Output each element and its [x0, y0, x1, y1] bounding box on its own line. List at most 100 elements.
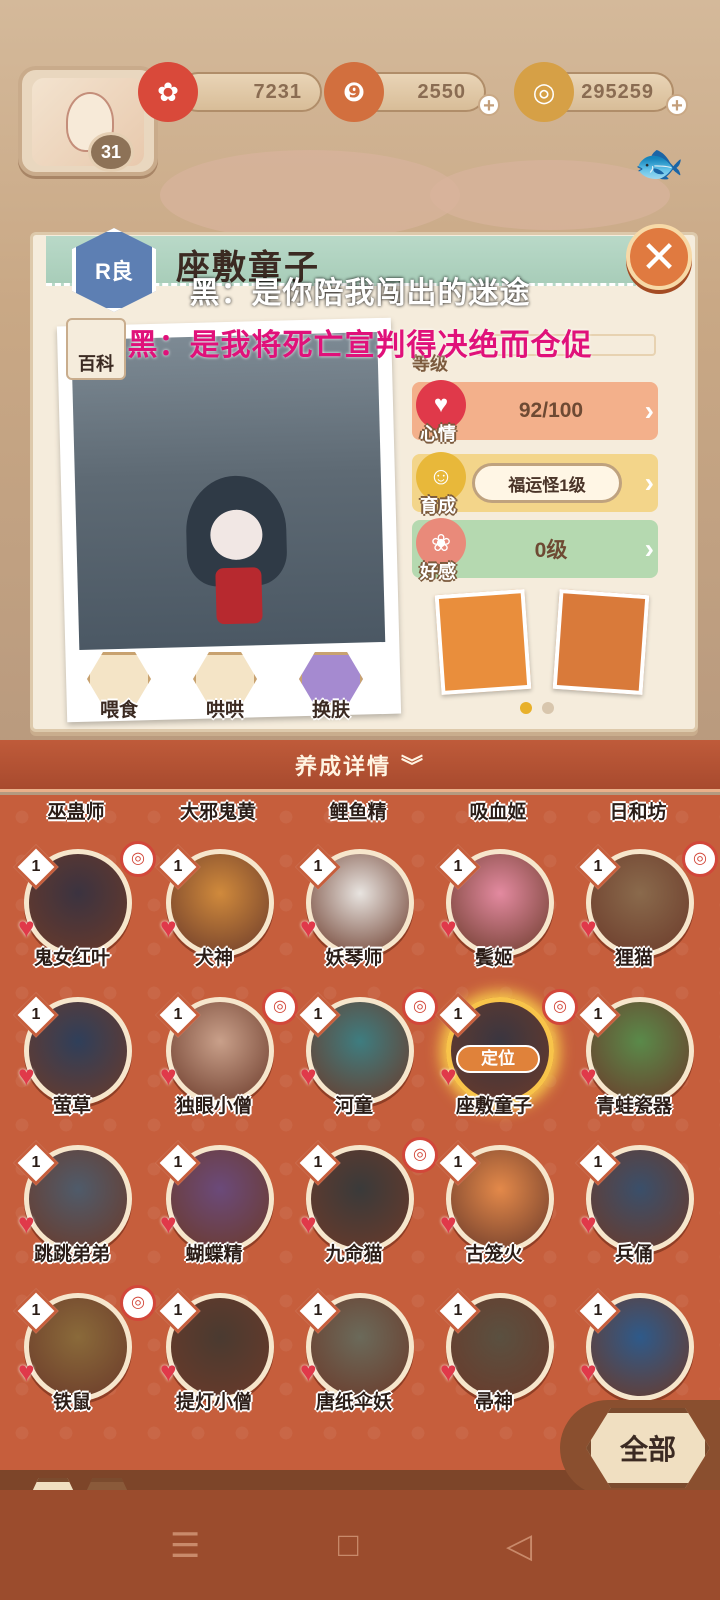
shikigami-name-label: 鬓姬	[474, 948, 513, 969]
mood-row[interactable]: ♥ 心情 92/100 ›	[412, 380, 658, 444]
level-value: 1	[31, 1006, 41, 1023]
player-level-badge: 31	[88, 132, 134, 172]
double-chevron-down-icon: ︾	[401, 753, 426, 779]
shikigami-cell[interactable]: 1 ♥ 妖琴师	[290, 839, 418, 979]
nurture-value: 福运怪1级	[508, 475, 586, 495]
shikigami-name-label[interactable]: 吸血姬	[434, 797, 562, 827]
add-magatama-button[interactable]: +	[478, 94, 500, 116]
shikigami-cell[interactable]: 1 ♥ ◎ 鬼女红叶	[8, 839, 156, 979]
affection-label: 好感	[420, 562, 456, 582]
mood-heart-icon: ♥	[300, 1208, 317, 1239]
mood-heart-icon: ♥	[440, 912, 457, 943]
shikigami-name-label: 铁鼠	[52, 1392, 91, 1413]
shikigami-name-label: 兵俑	[614, 1244, 653, 1265]
shikigami-cell[interactable]: 1 ♥ 犬神	[150, 839, 278, 979]
subtitle-line-1: 黑：是你陪我闯出的迷途	[189, 277, 531, 310]
nurture-detail-toggle[interactable]: 养成详情 ︾	[0, 740, 720, 792]
mood-heart-icon: ♥	[580, 912, 597, 943]
mood-heart-icon: ♥	[300, 1356, 317, 1387]
magatama-resource-value: 2550	[417, 80, 466, 103]
level-value: 1	[173, 1302, 183, 1319]
shikigami-cell[interactable]: 1 ♥ 鬓姬	[430, 839, 558, 979]
chevron-right-icon: ›	[644, 533, 654, 564]
affection-value: 0级	[534, 539, 568, 562]
home-icon[interactable]: □	[338, 1526, 359, 1565]
change-skin-button[interactable]: 换肤	[292, 652, 370, 721]
shikigami-name-label: 帚神	[474, 1392, 513, 1413]
level-value: 1	[453, 1154, 463, 1171]
plum-resource: 7231	[178, 72, 322, 112]
shikigami-name-label: 九命猫	[325, 1244, 383, 1265]
player-avatar[interactable]	[18, 66, 158, 176]
level-value: 1	[453, 1006, 463, 1023]
shikigami-name-label[interactable]: 鲤鱼精	[294, 797, 422, 827]
mood-value: 92/100	[518, 399, 584, 422]
reward-card-1[interactable]	[434, 588, 532, 696]
shikigami-cell[interactable]: 1 ♥ ◎ 河童	[290, 987, 438, 1127]
bell-icon: ◎	[682, 841, 718, 877]
shikigami-cell[interactable]: 1 ♥ 兵俑	[570, 1135, 698, 1275]
shikigami-name-label[interactable]: 大邪鬼黄	[154, 797, 282, 827]
shikigami-cell[interactable]: 1 ♥ 帚神	[430, 1283, 558, 1423]
shikigami-cell[interactable]: 1 ♥ 跳跳弟弟	[8, 1135, 136, 1275]
reward-card-2[interactable]	[552, 588, 650, 696]
shikigami-cell[interactable]: 1 ♥ 青蛙瓷器	[570, 987, 698, 1127]
mood-heart-icon: ♥	[160, 912, 177, 943]
shikigami-name-label: 蝴蝶精	[185, 1244, 243, 1265]
plum-resource-value: 7231	[253, 80, 302, 103]
shikigami-cell-selected[interactable]: 1 ♥ ◎ 定位 座敷童子	[430, 987, 578, 1127]
shikigami-name-label[interactable]: 日和坊	[574, 797, 702, 827]
mood-heart-icon: ♥	[300, 912, 317, 943]
shikigami-cell[interactable]: 1 ♥ 萤草	[8, 987, 136, 1127]
level-value: 1	[173, 1006, 183, 1023]
shikigami-cell[interactable]: 1 ♥ ◎ 铁鼠	[8, 1283, 156, 1423]
nurture-detail-label: 养成详情	[294, 753, 391, 779]
mood-heart-icon: ♥	[580, 1208, 597, 1239]
affection-row[interactable]: ❀ 好感 0级 ›	[412, 518, 658, 582]
shikigami-cell[interactable]: 1 ♥ ◎ 狸猫	[570, 839, 718, 979]
add-gold-button[interactable]: +	[666, 94, 688, 116]
locate-tag: 定位	[456, 1045, 540, 1073]
level-value: 1	[31, 1154, 41, 1171]
fish-ornament-icon: 🐟	[634, 142, 684, 186]
mood-heart-icon: ♥	[18, 912, 35, 943]
shikigami-name-label: 河童	[334, 1096, 373, 1117]
nurture-value-pill: 福运怪1级	[472, 463, 622, 503]
system-navigation-bar: ☰ □ ◁	[0, 1490, 720, 1600]
shikigami-name-label[interactable]: 巫蛊师	[12, 797, 140, 827]
magatama-icon: ❾	[324, 62, 384, 122]
mood-label: 心情	[420, 424, 456, 444]
shikigami-name-label: 独眼小僧	[175, 1096, 252, 1117]
shikigami-name-label: 妖琴师	[325, 948, 383, 969]
shikigami-cell[interactable]: 1 ♥ ◎ 九命猫	[290, 1135, 438, 1275]
shikigami-cell[interactable]: 1 ♥ 古笼火	[430, 1135, 558, 1275]
shikigami-name-label: 萤草	[52, 1096, 91, 1117]
coax-button[interactable]: 哄哄	[186, 652, 264, 721]
coax-label: 哄哄	[205, 700, 244, 721]
level-value: 1	[173, 858, 183, 875]
mood-heart-icon: ♥	[300, 1060, 317, 1091]
mood-heart-icon: ♥	[18, 1356, 35, 1387]
shikigami-cell[interactable]: 1 ♥ 唐纸伞妖	[290, 1283, 418, 1423]
shikigami-name-label: 唐纸伞妖	[315, 1392, 392, 1413]
level-value: 1	[31, 1302, 41, 1319]
mood-heart-icon: ♥	[160, 1208, 177, 1239]
shikigami-cell[interactable]: 1 ♥ ◎ 独眼小僧	[150, 987, 298, 1127]
gold-coin-icon: ◎	[514, 62, 574, 122]
menu-icon[interactable]: ☰	[170, 1526, 200, 1566]
feed-button[interactable]: 喂食	[80, 652, 158, 721]
nurture-row[interactable]: ☺ 育成 福运怪1级 ›	[412, 452, 658, 516]
shikigami-character[interactable]	[184, 474, 289, 638]
shikigami-cell[interactable]: 1 ♥ 提灯小僧	[150, 1283, 278, 1423]
plum-blossom-icon: ✿	[138, 62, 198, 122]
filter-all-button[interactable]: 全部	[586, 1408, 710, 1488]
nurture-label: 育成	[420, 496, 456, 516]
shikigami-name-label: 座敷童子	[455, 1096, 532, 1117]
back-icon[interactable]: ◁	[506, 1526, 532, 1566]
page-dot-active[interactable]	[520, 702, 532, 714]
shikigami-name-label: 跳跳弟弟	[33, 1244, 110, 1265]
page-dot[interactable]	[542, 702, 554, 714]
shikigami-cell[interactable]: 1 ♥ 蝴蝶精	[150, 1135, 278, 1275]
level-value: 1	[593, 1154, 603, 1171]
mood-heart-icon: ♥	[160, 1060, 177, 1091]
